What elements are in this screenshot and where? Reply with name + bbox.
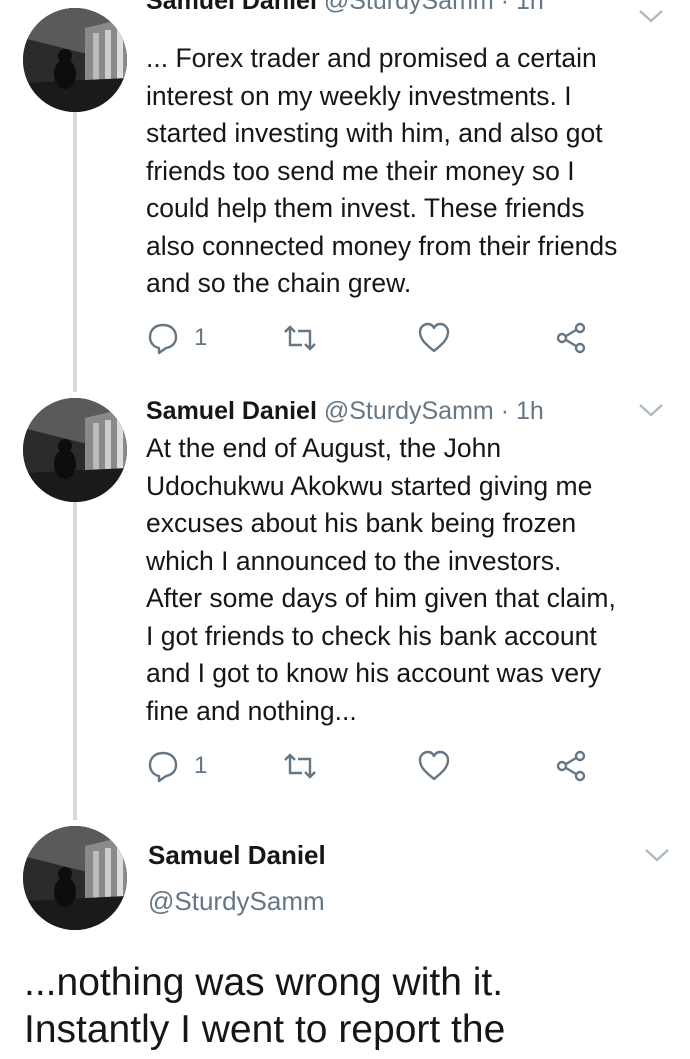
tweet-time: · 1h (500, 397, 544, 425)
chevron-down-icon[interactable] (636, 6, 666, 26)
tweet-text-line: At the end of August, the John (146, 433, 502, 463)
like-button[interactable] (417, 320, 451, 356)
avatar[interactable] (23, 398, 127, 502)
tweet-text-line: which I announced to the investors. (146, 545, 562, 576)
chevron-down-icon[interactable] (642, 845, 672, 865)
heart-icon (418, 322, 450, 353)
tweet-time: · 1h (500, 0, 544, 15)
thread-line (73, 112, 77, 392)
avatar-image (23, 398, 127, 502)
user-handle[interactable]: @SturdySamm (324, 397, 494, 425)
reply-button[interactable]: 1 (146, 748, 207, 784)
avatar[interactable] (23, 8, 127, 112)
tweet-text-line: ...nothing was wrong with it. (24, 961, 504, 1004)
share-button[interactable] (554, 748, 588, 784)
tweet-text-line: Udochukwu Akokwu started giving me (146, 470, 593, 501)
tweet-actions: 1 (146, 748, 666, 784)
tweet-text-line: and so the chain grew. (146, 268, 412, 298)
user-handle[interactable]: @SturdySamm (148, 886, 325, 917)
tweet-text-line: and I got to know his account was very (146, 658, 602, 688)
tweet-text-line: also connected money from their friends (146, 230, 618, 261)
tweet-header: Samuel Daniel @SturdySamm · 1h (146, 396, 544, 426)
display-name[interactable]: Samuel Daniel (146, 397, 317, 425)
tweet-text-line: friends too send me their money so I (146, 155, 575, 186)
tweet-text-line: fine and nothing... (146, 695, 357, 726)
tweet-header: Samuel Daniel @SturdySamm · 1h (146, 0, 544, 16)
avatar-image (23, 8, 127, 112)
share-button[interactable] (554, 320, 588, 356)
reply-button[interactable]: 1 (146, 320, 207, 356)
display-name[interactable]: Samuel Daniel (148, 840, 326, 871)
display-name[interactable]: Samuel Daniel (146, 0, 317, 15)
reply-count: 1 (194, 324, 208, 351)
tweet-text-line: could help them invest. These friends (146, 193, 585, 223)
tweet-text-line: After some days of him given that claim, (146, 583, 616, 613)
retweet-button[interactable] (282, 320, 318, 356)
reply-count: 1 (194, 752, 208, 779)
retweet-icon (284, 325, 316, 351)
retweet-icon (284, 753, 316, 779)
tweet-text: ...nothing was wrong with it. Instantly … (24, 959, 684, 1053)
heart-icon (418, 750, 450, 781)
avatar[interactable] (23, 826, 127, 930)
tweet-text: ... Forex trader and promised a certain … (146, 40, 676, 303)
share-icon (556, 750, 586, 782)
tweet-actions: 1 (146, 320, 666, 356)
tweet-text-line: I got friends to check his bank account (146, 620, 597, 651)
reply-icon (148, 323, 178, 355)
user-handle[interactable]: @SturdySamm (324, 0, 494, 15)
chevron-down-icon[interactable] (636, 400, 666, 420)
retweet-button[interactable] (282, 748, 318, 784)
tweet-text-line: interest on my weekly investments. I (146, 80, 572, 111)
tweet-text-line: ... Forex trader and promised a certain (146, 43, 597, 73)
tweet-text-line: started investing with him, and also got (146, 118, 603, 148)
thread-line (73, 502, 77, 820)
tweet-text-line: Instantly I went to report the (24, 1008, 506, 1051)
like-button[interactable] (417, 748, 451, 784)
tweet-text-line: excuses about his bank being frozen (146, 508, 577, 538)
tweet-text: At the end of August, the John Udochukwu… (146, 430, 676, 730)
reply-icon (148, 751, 178, 783)
avatar-image (23, 826, 127, 930)
share-icon (556, 322, 586, 354)
